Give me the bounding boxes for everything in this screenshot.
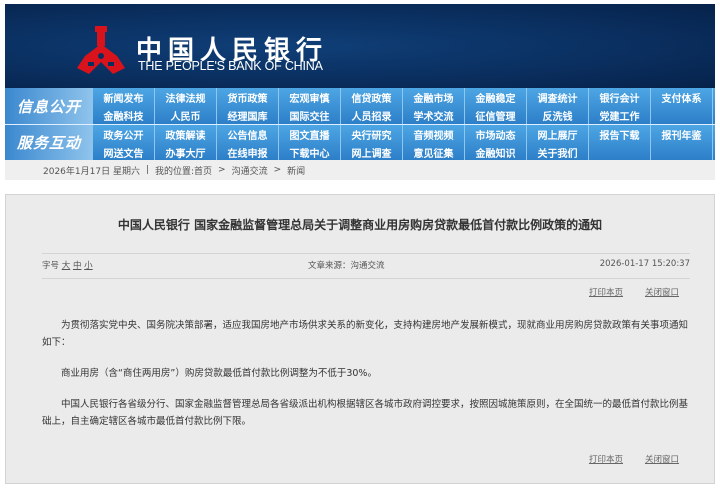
divider (42, 253, 690, 254)
article-container: 中国人民银行 国家金融监督管理总局关于调整商业用房购房贷款最低首付款比例政策的通… (5, 194, 715, 484)
nav-item[interactable]: 征信管理 (465, 106, 527, 124)
nav-item[interactable]: 政策解读 (155, 125, 217, 143)
print-page-link[interactable]: 打印本页 (589, 286, 623, 298)
nav-empty-cell (589, 143, 651, 161)
nav-item[interactable]: 金融稳定 (465, 88, 527, 106)
nav-item[interactable]: 国际交往 (279, 106, 341, 124)
nav-item[interactable]: 音频视频 (403, 125, 465, 143)
nav-item[interactable]: 金融市场 (403, 88, 465, 106)
nav-item[interactable]: 金融科技 (93, 106, 155, 124)
pboc-logo-icon (77, 26, 125, 74)
paragraph: 中国人民银行各省级分行、国家金融监督管理总局各省级派出机构根据辖区各城市政府调控… (42, 399, 689, 427)
nav-item[interactable]: 信贷政策 (341, 88, 403, 106)
nav-item[interactable]: 下载中心 (279, 143, 341, 161)
nav-item[interactable]: 央行研究 (341, 125, 403, 143)
nav-item[interactable]: 意见征集 (403, 143, 465, 161)
nav-item[interactable]: 报刊年鉴 (651, 125, 713, 143)
article-actions-bottom: 打印本页 关闭窗口 (589, 453, 679, 465)
nav-grid: 新闻发布 法律法规 货币政策 宏观审慎 信贷政策 金融市场 金融稳定 调查统计 银行会计 支付体系… (93, 88, 715, 124)
nav-item[interactable]: 报告下载 (589, 125, 651, 143)
breadcrumb-item[interactable]: 新闻 (287, 164, 305, 177)
font-small[interactable]: 小 (84, 261, 93, 271)
article-datetime: 2026-01-17 15:20:37 (599, 259, 690, 269)
breadcrumb-item[interactable]: 沟通交流 (232, 164, 268, 177)
current-date: 2026年1月17日 星期六 (43, 166, 140, 177)
nav-empty-cell (651, 143, 713, 161)
nav-item[interactable]: 人员招录 (341, 106, 403, 124)
article-title: 中国人民银行 国家金融监督管理总局关于调整商业用房购房贷款最低首付款比例政策的通… (117, 218, 603, 232)
nav-item[interactable]: 经理国库 (217, 106, 279, 124)
article-actions-top: 打印本页 关闭窗口 (589, 286, 679, 298)
paragraph: 商业用房（含“商住两用房”）购房贷款最低首付款比例调整为不低于30%。 (61, 368, 377, 379)
nav-item[interactable]: 人民币 (155, 106, 217, 124)
nav-item[interactable]: 办事大厅 (155, 143, 217, 161)
nav-item[interactable]: 网送文告 (93, 143, 155, 161)
nav-grid: 政务公开 政策解读 公告信息 图文直播 央行研究 音频视频 市场动态 网上展厅 报告下载 报刊年鉴… (93, 125, 715, 161)
divider (42, 278, 690, 279)
breadcrumb: 2026年1月17日 星期六 | 我的位置:首页 > 沟通交流 > 新闻 (5, 160, 715, 180)
breadcrumb-arrow: > (273, 165, 282, 175)
nav-item[interactable]: 新闻发布 (93, 88, 155, 106)
nav-item[interactable]: 宏观审慎 (279, 88, 341, 106)
nav-block-label: 服务互动 (5, 125, 93, 160)
print-page-link[interactable]: 打印本页 (589, 453, 623, 465)
nav-item[interactable]: 市场动态 (465, 125, 527, 143)
nav-item[interactable]: 图文直播 (279, 125, 341, 143)
nav-item[interactable]: 法律法规 (155, 88, 217, 106)
nav-item[interactable]: 政务公开 (93, 125, 155, 143)
article-source: 文章来源：沟通交流 (307, 261, 385, 271)
font-medium[interactable]: 中 (73, 261, 82, 271)
breadcrumb-arrow: > (218, 165, 226, 175)
nav-item[interactable]: 学术交流 (403, 106, 465, 124)
nav-info-disclosure: 信息公开 新闻发布 法律法规 货币政策 宏观审慎 信贷政策 金融市场 金融稳定 调查统计 银行会… (5, 88, 715, 124)
font-size-controls: 字号 大 中 小 (42, 259, 93, 271)
breadcrumb-home[interactable]: 我的位置:首页 (155, 164, 212, 177)
article-meta: 字号 大 中 小 文章来源：沟通交流 2026-01-17 15:20:37 (42, 259, 690, 271)
nav-block-label: 信息公开 (5, 88, 93, 124)
font-size-label: 字号 (42, 261, 60, 271)
close-window-link[interactable]: 关闭窗口 (645, 453, 679, 465)
nav-item[interactable]: 金融知识 (465, 143, 527, 161)
nav-service-interaction: 服务互动 政务公开 政策解读 公告信息 图文直播 央行研究 音频视频 市场动态 网上展厅 报告下… (5, 124, 715, 161)
font-large[interactable]: 大 (62, 261, 71, 271)
nav-item[interactable]: 调查统计 (527, 88, 589, 106)
separator: | (145, 165, 149, 175)
nav-item[interactable]: 反洗钱 (527, 106, 589, 124)
nav-item[interactable]: 在线申报 (217, 143, 279, 161)
nav-item[interactable]: 公告信息 (217, 125, 279, 143)
nav-item[interactable]: 关于我们 (527, 143, 589, 161)
nav-item[interactable]: 支付体系 (651, 88, 713, 106)
close-window-link[interactable]: 关闭窗口 (645, 286, 679, 298)
paragraph: 为贯彻落实党中央、国务院决策部署，适应我国房地产市场供求关系的新变化，支持构建房… (42, 320, 689, 348)
nav-empty-cell (651, 106, 713, 124)
nav-item[interactable]: 银行会计 (589, 88, 651, 106)
nav-item[interactable]: 网上展厅 (527, 125, 589, 143)
bank-name-en: THE PEOPLE'S BANK OF CHINA (138, 59, 323, 73)
nav-item[interactable]: 党建工作 (589, 106, 651, 124)
nav-item[interactable]: 网上调查 (341, 143, 403, 161)
nav-item[interactable]: 货币政策 (217, 88, 279, 106)
header-banner: 中国人民银行 THE PEOPLE'S BANK OF CHINA (5, 4, 715, 88)
